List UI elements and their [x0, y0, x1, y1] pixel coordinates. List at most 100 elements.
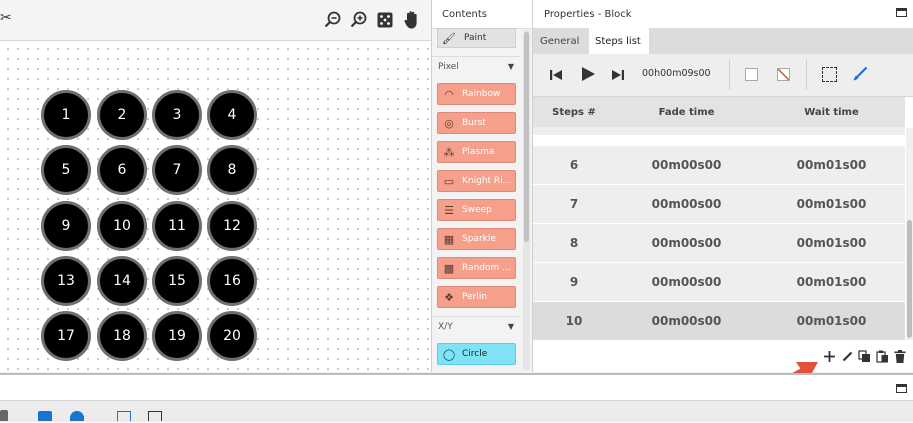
table-row[interactable]: 8 00m00s00 00m01s00 — [533, 224, 905, 263]
effect-burst[interactable]: ◎ Burst — [437, 112, 516, 134]
skip-forward-icon[interactable] — [611, 67, 625, 81]
zoom-in-icon[interactable] — [349, 10, 369, 30]
fixture-led[interactable]: 3 — [152, 90, 202, 140]
fixture-led[interactable]: 19 — [152, 311, 202, 361]
skip-back-icon[interactable] — [549, 67, 563, 81]
fixture-led[interactable]: 8 — [207, 145, 257, 195]
table-row[interactable]: 6 00m00s00 00m01s00 — [533, 146, 905, 185]
step-number: 7 — [569, 197, 579, 211]
cut-icon[interactable]: ✂ — [0, 10, 14, 30]
sparkle-icon: ▦ — [443, 232, 455, 246]
effect-sparkle[interactable]: ▦ Sparkle — [437, 228, 516, 250]
fixture-led[interactable]: 9 — [41, 201, 91, 251]
wait-time: 00m01s00 — [758, 127, 905, 135]
contents-title: Contents — [442, 9, 487, 20]
dice-icon[interactable] — [375, 10, 395, 30]
effect-sweep[interactable]: ☰ Sweep — [437, 199, 516, 221]
fade-time: 00m00s00 — [651, 275, 722, 289]
time-display: 00h00m09s00 — [642, 68, 711, 79]
grid-view-icon[interactable] — [148, 411, 162, 421]
hand-pan-icon[interactable] — [402, 10, 422, 30]
step-number: 9 — [569, 275, 579, 289]
edit-step-icon[interactable] — [840, 348, 854, 364]
brush-icon[interactable] — [852, 66, 868, 82]
zoom-out-icon[interactable] — [323, 10, 343, 30]
knight-rider-icon: ▭ — [443, 174, 455, 188]
fixture-led[interactable]: 4 — [207, 90, 257, 140]
chevron-down-icon: ▼ — [507, 62, 514, 71]
effect-label: Sweep — [462, 205, 492, 215]
properties-title: Properties - Block — [544, 9, 632, 20]
fixture-led[interactable]: 13 — [41, 256, 91, 306]
fixture-led[interactable]: 18 — [97, 311, 147, 361]
paint-brush-icon: 🖌 — [442, 31, 456, 45]
column-header-steps[interactable]: Steps # — [533, 97, 615, 127]
step-number: 10 — [565, 314, 583, 328]
select-area-icon[interactable] — [822, 67, 837, 82]
tab-steps-list[interactable]: Steps list — [589, 28, 649, 54]
column-header-wait-time[interactable]: Wait time — [758, 97, 905, 127]
maximize-icon[interactable] — [896, 8, 907, 17]
fixture-led[interactable]: 10 — [97, 201, 147, 251]
effect-perlin[interactable]: ❖ Perlin — [437, 286, 516, 308]
column-header-fade-time[interactable]: Fade time — [615, 97, 758, 127]
effect-random[interactable]: ▩ Random ... — [437, 257, 516, 279]
category-pixel[interactable]: Pixel ▼ — [432, 56, 520, 76]
table-row[interactable]: 9 00m00s00 00m01s00 — [533, 263, 905, 302]
fixture-led[interactable]: 7 — [152, 145, 202, 195]
fixture-led[interactable]: 14 — [97, 256, 147, 306]
no-color-icon[interactable] — [777, 68, 790, 81]
table-row[interactable]: 7 00m00s00 00m01s00 — [533, 185, 905, 224]
circle-icon: ◯ — [442, 347, 456, 361]
paint-item[interactable]: 🖌 Paint — [437, 28, 516, 48]
row-actions-bar — [533, 341, 913, 372]
chevron-down-icon: ▼ — [507, 322, 514, 331]
category-xy[interactable]: X/Y ▼ — [432, 316, 520, 336]
perlin-icon: ❖ — [444, 290, 454, 304]
fixture-led[interactable]: 15 — [152, 256, 202, 306]
random-icon: ▩ — [443, 261, 455, 275]
effect-label: Sparkle — [462, 234, 496, 244]
effect-plasma[interactable]: ⁂ Plasma — [437, 141, 516, 163]
wait-time: 00m01s00 — [796, 197, 867, 211]
fixture-led[interactable]: 16 — [207, 256, 257, 306]
effect-label: Plasma — [462, 147, 495, 157]
fixture-led[interactable]: 17 — [41, 311, 91, 361]
contents-scrollbar-thumb[interactable] — [524, 32, 529, 242]
fixture-led[interactable]: 2 — [97, 90, 147, 140]
effect-circle[interactable]: ◯ Circle — [437, 343, 516, 365]
delete-step-icon[interactable] — [893, 348, 907, 364]
toolbar-divider — [729, 60, 730, 90]
fixture-led[interactable]: 5 — [41, 145, 91, 195]
wait-time: 00m01s00 — [796, 275, 867, 289]
burst-icon: ◎ — [444, 116, 454, 130]
effect-label: Circle — [462, 349, 488, 359]
info-icon[interactable] — [70, 411, 84, 421]
play-icon[interactable] — [580, 66, 596, 82]
copy-step-icon[interactable] — [857, 348, 871, 364]
table-row[interactable]: 5 00m00s00 00m01s00 — [533, 127, 905, 136]
step-number: 5 — [533, 127, 615, 135]
steps-scrollbar-thumb[interactable] — [907, 220, 912, 338]
paste-step-icon[interactable] — [875, 348, 889, 364]
sweep-icon: ☰ — [444, 203, 454, 217]
fixture-led[interactable]: 12 — [207, 201, 257, 251]
gear-icon[interactable] — [38, 411, 52, 421]
tab-general[interactable]: General — [534, 28, 584, 54]
calendar-icon[interactable] — [117, 411, 131, 421]
fade-time: 00m00s00 — [615, 127, 758, 135]
table-row-selected[interactable]: 10 00m00s00 00m01s00 — [533, 302, 905, 341]
maximize-icon[interactable] — [896, 384, 907, 393]
link-icon[interactable] — [0, 410, 8, 421]
add-step-icon[interactable] — [822, 348, 836, 364]
checkbox-icon[interactable] — [745, 68, 758, 81]
effect-rainbow[interactable]: ◠ Rainbow — [437, 83, 516, 105]
wait-time: 00m01s00 — [796, 236, 867, 250]
effect-knight-rider[interactable]: ▭ Knight Ri... — [437, 170, 516, 192]
fixture-led[interactable]: 11 — [152, 201, 202, 251]
fixture-led[interactable]: 20 — [207, 311, 257, 361]
fixture-led[interactable]: 6 — [97, 145, 147, 195]
category-label: Pixel — [438, 61, 459, 72]
effect-label: Knight Ri... — [462, 176, 512, 186]
fixture-led[interactable]: 1 — [41, 90, 91, 140]
